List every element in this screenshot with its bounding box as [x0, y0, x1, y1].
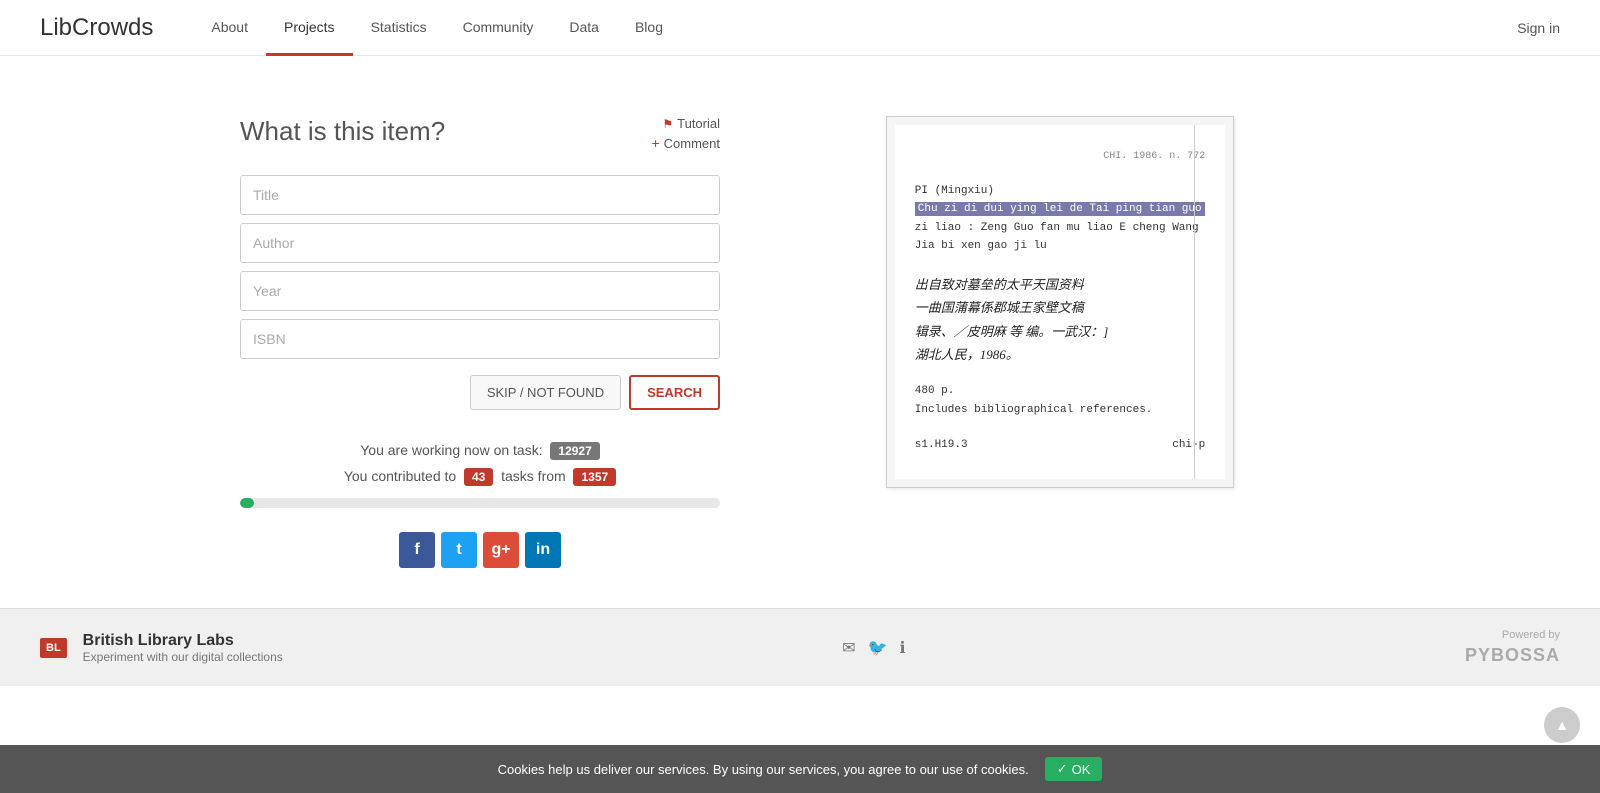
google-share-button[interactable]: g+: [483, 532, 519, 568]
cookie-banner: Cookies help us deliver our services. By…: [0, 745, 1600, 793]
footer-powered: Powered by PYBOSSA: [1465, 629, 1560, 666]
doc-highlight-line: Chu zi di dui ying lei de Tai ping tian …: [915, 201, 1205, 218]
form-header: What is this item? ⚑ Tutorial + Comment: [240, 116, 720, 151]
task-id-badge: 12927: [550, 442, 599, 460]
site-logo[interactable]: LibCrowds: [40, 14, 153, 42]
twitter-share-button[interactable]: t: [441, 532, 477, 568]
footer-icons: ✉ 🐦 ℹ: [842, 638, 905, 658]
twitter-footer-icon[interactable]: 🐦: [868, 638, 888, 658]
nav-blog[interactable]: Blog: [617, 0, 681, 56]
year-input[interactable]: [240, 271, 720, 311]
scroll-to-top-button[interactable]: ▲: [1544, 707, 1580, 743]
nav-data[interactable]: Data: [551, 0, 617, 56]
document-image: CHI. 1986. n. 772 PI (Mingxiu) Chu zi di…: [886, 116, 1234, 488]
doc-highlighted-text: Chu zi di dui ying lei de Tai ping tian …: [915, 202, 1205, 216]
footer-brand-name[interactable]: British Library Labs: [83, 632, 283, 650]
header: LibCrowds About Projects Statistics Comm…: [0, 0, 1600, 56]
doc-line4: zi liao : Zeng Guo fan mu liao E cheng W…: [915, 220, 1205, 237]
search-button[interactable]: SEARCH: [629, 375, 720, 410]
document-inner: CHI. 1986. n. 772 PI (Mingxiu) Chu zi di…: [895, 125, 1225, 479]
doc-pi-line: PI (Mingxiu): [915, 183, 1205, 200]
right-panel: CHI. 1986. n. 772 PI (Mingxiu) Chu zi di…: [760, 116, 1360, 568]
document-divider: [1194, 125, 1195, 479]
doc-bib: Includes bibliographical references.: [915, 402, 1205, 419]
nav-projects[interactable]: Projects: [266, 0, 353, 56]
footer-left: BL British Library Labs Experiment with …: [40, 632, 283, 664]
facebook-share-button[interactable]: f: [399, 532, 435, 568]
pybossa-logo[interactable]: PYBOSSA: [1465, 645, 1560, 666]
footer: BL British Library Labs Experiment with …: [0, 608, 1600, 686]
nav-about[interactable]: About: [193, 0, 266, 56]
title-input[interactable]: [240, 175, 720, 215]
task-info: You are working now on task: 12927 You c…: [240, 442, 720, 486]
social-buttons: f t g+ in: [240, 532, 720, 568]
form-inputs: [240, 175, 720, 359]
tutorial-link[interactable]: ⚑ Tutorial: [662, 116, 720, 131]
skip-button[interactable]: SKIP / NOT FOUND: [470, 375, 621, 410]
author-input[interactable]: [240, 223, 720, 263]
form-buttons: SKIP / NOT FOUND SEARCH: [240, 375, 720, 410]
checkmark-icon: ✓: [1057, 761, 1068, 777]
form-actions: ⚑ Tutorial + Comment: [651, 116, 720, 151]
doc-header-line: CHI. 1986. n. 772: [915, 149, 1205, 164]
email-icon[interactable]: ✉: [842, 638, 855, 658]
task-contributed-text: You contributed to 43 tasks from 1357: [240, 468, 720, 486]
doc-480: 480 p.: [915, 383, 1205, 400]
sign-in-link[interactable]: Sign in: [1517, 20, 1560, 36]
info-icon[interactable]: ℹ: [899, 638, 905, 658]
form-title: What is this item?: [240, 116, 445, 147]
footer-brand-sub: Experiment with our digital collections: [83, 650, 283, 664]
main-nav: About Projects Statistics Community Data…: [193, 0, 1517, 55]
cookie-text: Cookies help us deliver our services. By…: [498, 762, 1029, 777]
cookie-ok-button[interactable]: ✓ OK: [1045, 757, 1103, 781]
plus-icon: +: [651, 135, 659, 151]
doc-call: s1.H19.3 chi-p: [915, 437, 1205, 454]
progress-bar: [240, 498, 720, 508]
doc-hw4: 湖北人民，1986。: [915, 343, 1205, 366]
left-panel: What is this item? ⚑ Tutorial + Comment …: [240, 116, 720, 568]
doc-hw2: 一曲国蒲幕係郡城王家壁文稿: [915, 296, 1205, 319]
flag-icon: ⚑: [662, 117, 673, 131]
nav-community[interactable]: Community: [445, 0, 552, 56]
isbn-input[interactable]: [240, 319, 720, 359]
doc-line5: Jia bi xen gao ji lu: [915, 238, 1205, 255]
bl-badge: BL: [40, 638, 67, 658]
main-content: What is this item? ⚑ Tutorial + Comment …: [200, 56, 1400, 608]
linkedin-share-button[interactable]: in: [525, 532, 561, 568]
tasks-total-badge: 1357: [573, 468, 616, 486]
contributed-count-badge: 43: [464, 468, 493, 486]
powered-by-text: Powered by: [1465, 629, 1560, 641]
nav-statistics[interactable]: Statistics: [353, 0, 445, 56]
comment-link[interactable]: + Comment: [651, 135, 720, 151]
progress-bar-fill: [240, 498, 254, 508]
task-working-text: You are working now on task: 12927: [240, 442, 720, 460]
doc-hw3: 辑录、／皮明麻 等 编。一武汉：]: [915, 320, 1205, 343]
doc-handwritten-block: 出自致对墓垒的太平天国资料 一曲国蒲幕係郡城王家壁文稿 辑录、／皮明麻 等 编。…: [915, 273, 1205, 367]
doc-hw1: 出自致对墓垒的太平天国资料: [915, 273, 1205, 296]
footer-brand: British Library Labs Experiment with our…: [83, 632, 283, 664]
